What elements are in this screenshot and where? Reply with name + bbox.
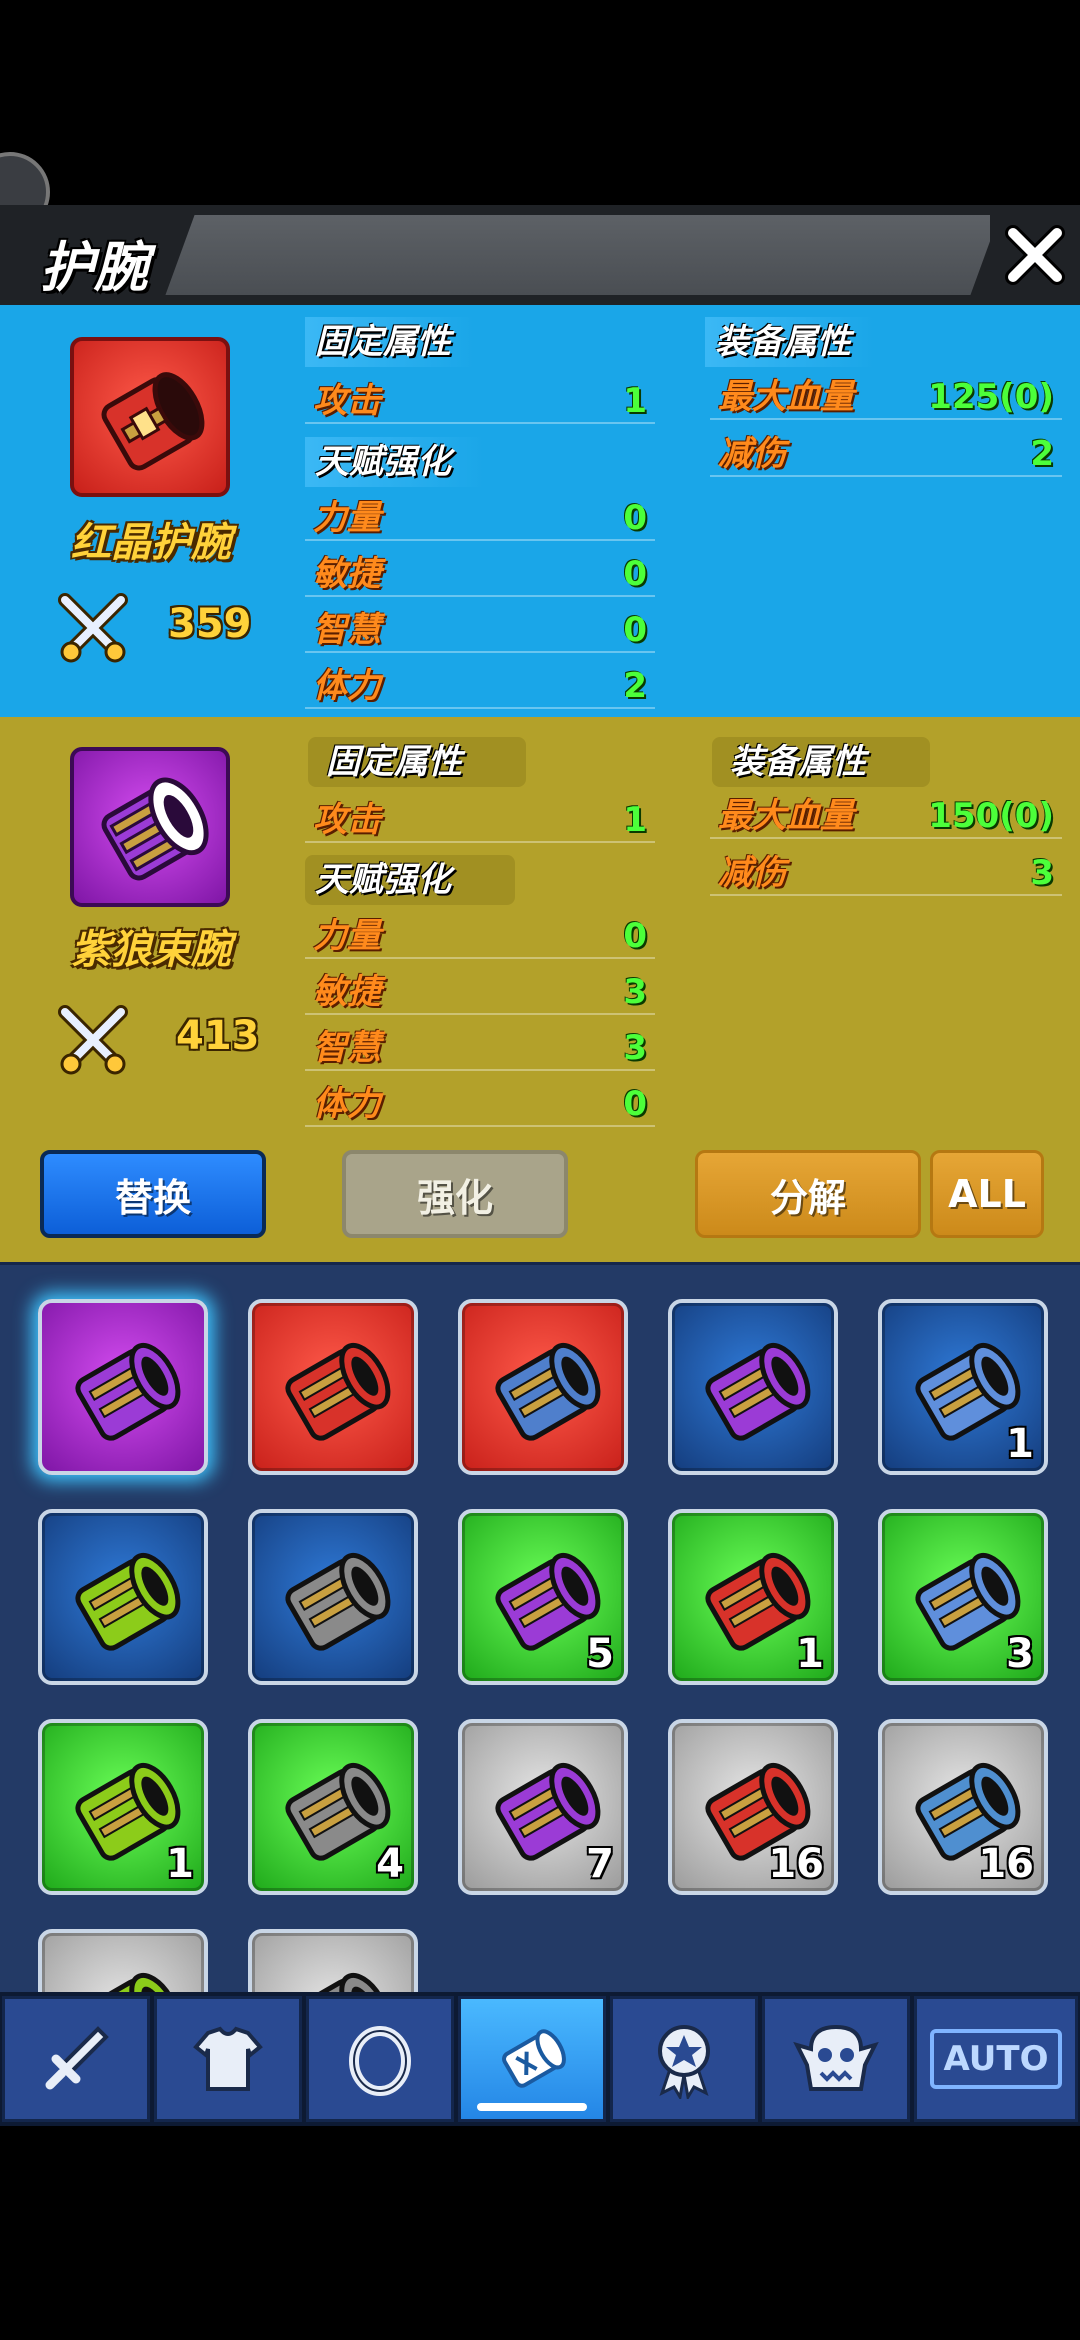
inventory-grid[interactable]: 1 5 1 3 1 4 7 16 16 bbox=[0, 1262, 1080, 1995]
bracer-icon bbox=[705, 1342, 811, 1441]
candidate-item-icon[interactable] bbox=[70, 747, 230, 907]
armor-icon bbox=[193, 2026, 263, 2091]
slot-quantity: 16 bbox=[978, 1841, 1034, 1887]
crossed-swords-icon bbox=[58, 593, 128, 663]
current-talent-row: 体力 2 bbox=[305, 663, 655, 709]
inventory-slot[interactable]: 3 bbox=[878, 1509, 1048, 1685]
slot-quantity: 7 bbox=[586, 1841, 614, 1887]
inventory-slot[interactable]: 1 bbox=[878, 1299, 1048, 1475]
current-item-name: 红晶护腕 bbox=[71, 520, 231, 566]
tab-weapon[interactable] bbox=[2, 1996, 150, 2122]
inventory-slot[interactable] bbox=[38, 1929, 208, 1995]
title-bar: 护腕 bbox=[0, 205, 1080, 305]
current-item-icon[interactable] bbox=[70, 337, 230, 497]
bracer-icon bbox=[75, 1972, 181, 1995]
bracer-icon bbox=[101, 372, 205, 471]
inventory-slot[interactable] bbox=[38, 1509, 208, 1685]
candidate-talent-row: 敏捷 3 bbox=[305, 969, 655, 1015]
bracer-icon bbox=[285, 1552, 391, 1651]
crossed-swords-icon bbox=[58, 1005, 128, 1075]
inventory-slot[interactable] bbox=[38, 1299, 208, 1475]
slot-quantity: 4 bbox=[376, 1841, 404, 1887]
ring-icon bbox=[349, 2026, 411, 2096]
candidate-fixed-row: 攻击 1 bbox=[305, 797, 655, 843]
slot-quantity: 1 bbox=[166, 1841, 194, 1887]
enhance-button[interactable]: 强化 bbox=[342, 1150, 568, 1238]
slot-quantity: 3 bbox=[1006, 1631, 1034, 1677]
inventory-slot[interactable]: 16 bbox=[668, 1719, 838, 1895]
current-equip-row: 最大血量 125(0) bbox=[710, 374, 1062, 420]
tab-monster[interactable] bbox=[762, 1996, 910, 2122]
candidate-talent-row: 力量 0 bbox=[305, 913, 655, 959]
medal-icon bbox=[658, 2025, 710, 2099]
auto-label: AUTO bbox=[929, 2029, 1063, 2089]
inventory-slot[interactable]: 7 bbox=[458, 1719, 628, 1895]
current-talent-row: 智慧 0 bbox=[305, 607, 655, 653]
inventory-slot[interactable]: 4 bbox=[248, 1719, 418, 1895]
inventory-slot[interactable] bbox=[458, 1299, 628, 1475]
inventory-slot[interactable]: 16 bbox=[878, 1719, 1048, 1895]
bracer-icon bbox=[101, 777, 209, 881]
current-equip-header: 装备属性 bbox=[705, 317, 875, 367]
current-power-value: 359 bbox=[168, 601, 252, 647]
bottom-nav: AUTO bbox=[0, 1992, 1080, 2126]
monster-icon bbox=[793, 2024, 879, 2091]
decompose-button[interactable]: 分解 bbox=[695, 1150, 921, 1238]
page-title: 护腕 bbox=[40, 236, 148, 299]
tab-medal[interactable] bbox=[610, 1996, 758, 2122]
inventory-slot[interactable] bbox=[668, 1299, 838, 1475]
bracer-icon bbox=[502, 2029, 566, 2088]
candidate-talent-header: 天赋强化 bbox=[305, 855, 515, 905]
slot-quantity: 1 bbox=[796, 1631, 824, 1677]
close-button[interactable] bbox=[990, 205, 1080, 305]
candidate-equip-header: 装备属性 bbox=[712, 737, 930, 787]
tab-ring[interactable] bbox=[306, 1996, 454, 2122]
current-talent-row: 敏捷 0 bbox=[305, 551, 655, 597]
bracer-icon bbox=[75, 1552, 181, 1651]
current-talent-header: 天赋强化 bbox=[305, 437, 485, 487]
candidate-fixed-header: 固定属性 bbox=[308, 737, 526, 787]
tab-bracer[interactable] bbox=[458, 1996, 606, 2122]
current-equip-row: 减伤 2 bbox=[710, 431, 1062, 477]
replace-button[interactable]: 替换 bbox=[40, 1150, 266, 1238]
select-all-button[interactable]: ALL bbox=[930, 1150, 1044, 1238]
slot-quantity: 1 bbox=[1006, 1421, 1034, 1467]
candidate-equip-row: 减伤 3 bbox=[710, 850, 1062, 896]
title-stripe bbox=[165, 215, 1000, 295]
current-talent-row: 力量 0 bbox=[305, 495, 655, 541]
sword-icon bbox=[45, 2026, 109, 2090]
inventory-slot[interactable]: 1 bbox=[38, 1719, 208, 1895]
candidate-item-name: 紫狼束腕 bbox=[71, 927, 231, 973]
current-fixed-header: 固定属性 bbox=[305, 317, 475, 367]
slot-quantity: 5 bbox=[586, 1631, 614, 1677]
tab-auto[interactable]: AUTO bbox=[914, 1996, 1078, 2122]
current-fixed-row: 攻击 1 bbox=[305, 378, 655, 424]
bracer-icon bbox=[285, 1342, 391, 1441]
bracer-icon bbox=[75, 1342, 181, 1441]
candidate-equip-row: 最大血量 150(0) bbox=[710, 793, 1062, 839]
current-equipment-panel: 红晶护腕 359 固定属性 攻击 1 天赋强化 力量 0 敏捷 0 智慧 0 体力 2 装… bbox=[0, 305, 1080, 717]
bracer-icon bbox=[285, 1972, 391, 1995]
inventory-slot[interactable] bbox=[248, 1299, 418, 1475]
bracer-icon bbox=[495, 1342, 601, 1441]
slot-quantity: 16 bbox=[768, 1841, 824, 1887]
close-icon bbox=[1005, 225, 1065, 285]
active-tab-indicator bbox=[477, 2103, 587, 2111]
tab-armor[interactable] bbox=[154, 1996, 302, 2122]
inventory-slot[interactable]: 5 bbox=[458, 1509, 628, 1685]
candidate-talent-row: 体力 0 bbox=[305, 1081, 655, 1127]
inventory-slot[interactable]: 1 bbox=[668, 1509, 838, 1685]
inventory-slot[interactable] bbox=[248, 1509, 418, 1685]
candidate-talent-row: 智慧 3 bbox=[305, 1025, 655, 1071]
candidate-power-value: 413 bbox=[176, 1013, 260, 1059]
inventory-slot[interactable] bbox=[248, 1929, 418, 1995]
